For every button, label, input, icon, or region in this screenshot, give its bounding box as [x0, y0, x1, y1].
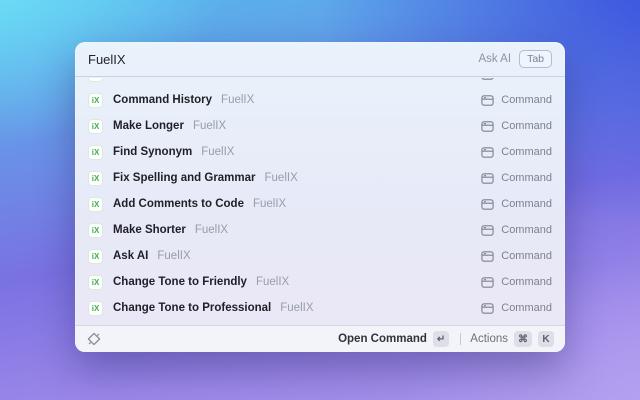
command-window-icon — [481, 94, 494, 106]
list-item-accessory: Command — [481, 302, 552, 315]
ask-ai-hint: Ask AI — [478, 53, 512, 65]
list-item-subtitle: FuelIX — [201, 146, 235, 158]
list-item-accessory: Command — [481, 276, 552, 289]
list-item-accessory: Command — [481, 250, 552, 263]
list-item-accessory: Command — [481, 120, 552, 133]
list-item-title: Ask AI — [113, 250, 149, 262]
list-item[interactable]: iX Make Shorter FuelIX Command — [75, 217, 565, 243]
return-key-badge: ↵ — [432, 331, 450, 347]
list-item-accessory: Command — [481, 198, 552, 211]
command-window-icon — [481, 198, 494, 210]
actions-button[interactable]: Actions — [470, 333, 508, 345]
list-item[interactable]: iX Fix Spelling and Grammar FuelIX Comma… — [75, 165, 565, 191]
list-item[interactable]: iX Change Tone to Professional FuelIX Co… — [75, 295, 565, 321]
list-item-subtitle: FuelIX — [264, 172, 298, 184]
fuelix-app-icon: iX — [88, 118, 103, 134]
list-item-title: Add Comments to Code — [113, 198, 244, 210]
list-item-subtitle: FuelIX — [192, 120, 227, 132]
k-key-badge: K — [538, 331, 554, 347]
command-list-viewport: iX Ask About Selected Text FuelIX Comman… — [75, 78, 565, 325]
fuelix-app-icon: iX — [88, 274, 103, 290]
fuelix-app-icon: iX — [88, 170, 103, 186]
fuelix-app-icon: iX — [88, 144, 103, 160]
cmd-key-badge: ⌘ — [514, 331, 532, 347]
list-item-subtitle: FuelIX — [280, 302, 314, 314]
list-item-subtitle: FuelIX — [255, 276, 290, 288]
list-item-type-label: Command — [501, 198, 552, 210]
list-item-subtitle: FuelIX — [157, 250, 191, 262]
command-palette-window: Ask AI Tab iX Ask About Selected Text Fu… — [75, 42, 565, 352]
command-list: iX Ask About Selected Text FuelIX Comman… — [75, 78, 565, 321]
list-item-accessory: Command — [481, 94, 552, 107]
search-input[interactable] — [88, 51, 479, 67]
command-window-icon — [481, 276, 494, 288]
list-item[interactable]: iX Add Comments to Code FuelIX Command — [75, 191, 565, 217]
command-window-icon — [482, 78, 494, 80]
list-item-accessory: Command — [481, 146, 552, 159]
list-item-type-label: Command — [501, 78, 552, 80]
list-item[interactable]: iX Find Synonym FuelIX Command — [75, 139, 565, 165]
list-item-type-label: Command — [501, 120, 552, 132]
list-item[interactable]: iX Change Tone to Friendly FuelIX Comman… — [75, 269, 565, 295]
list-item-title: Fix Spelling and Grammar — [113, 172, 256, 184]
fuelix-app-icon: iX — [88, 196, 103, 212]
list-item-subtitle: FuelIX — [256, 78, 289, 80]
command-window-icon — [481, 250, 494, 262]
footer-shortcuts: Open Command ↵ Actions ⌘ K — [338, 331, 554, 347]
list-item-title: Make Longer — [113, 120, 184, 132]
list-item-type-label: Command — [501, 302, 552, 314]
list-item-subtitle: FuelIX — [221, 94, 255, 106]
search-bar: Ask AI Tab — [75, 42, 565, 77]
list-item-title: Change Tone to Friendly — [113, 276, 247, 288]
list-item-title: Ask About Selected Text — [113, 78, 247, 80]
fuelix-app-icon: iX — [88, 300, 103, 316]
footer-action-bar: Open Command ↵ Actions ⌘ K — [75, 325, 565, 352]
command-window-icon — [481, 172, 494, 184]
fuelix-app-icon: iX — [88, 222, 103, 238]
list-item-type-label: Command — [501, 94, 552, 106]
command-window-icon — [481, 224, 494, 236]
list-item-accessory: Command — [481, 224, 552, 237]
list-item-subtitle: FuelIX — [194, 224, 229, 236]
list-item-type-label: Command — [501, 146, 552, 158]
open-command-button[interactable]: Open Command — [338, 333, 427, 345]
list-item-type-label: Command — [501, 172, 552, 184]
command-window-icon — [481, 120, 494, 132]
list-item-type-label: Command — [501, 224, 552, 236]
command-window-icon — [481, 146, 494, 158]
raycast-logo-icon — [87, 332, 101, 346]
list-item-title: Change Tone to Professional — [113, 302, 272, 314]
list-item-title: Make Shorter — [113, 224, 186, 236]
list-item-title: Find Synonym — [113, 146, 193, 158]
fuelix-app-icon: iX — [88, 92, 103, 108]
tab-key-badge: Tab — [519, 49, 552, 69]
list-item-accessory: Command — [481, 78, 552, 81]
list-item-accessory: Command — [481, 172, 552, 185]
list-item[interactable]: iX Ask About Selected Text FuelIX Comman… — [75, 78, 565, 87]
list-item[interactable]: iX Ask AI FuelIX Command — [75, 243, 565, 269]
list-item-type-label: Command — [501, 276, 552, 288]
command-window-icon — [481, 302, 494, 314]
list-item-title: Command History — [113, 94, 213, 106]
fuelix-app-icon: iX — [88, 78, 103, 82]
list-item-subtitle: FuelIX — [252, 198, 287, 210]
list-item-type-label: Command — [501, 250, 552, 262]
footer-divider — [460, 333, 462, 345]
fuelix-app-icon: iX — [88, 248, 103, 264]
list-item[interactable]: iX Make Longer FuelIX Command — [75, 113, 565, 139]
list-item[interactable]: iX Command History FuelIX Command — [75, 87, 565, 113]
